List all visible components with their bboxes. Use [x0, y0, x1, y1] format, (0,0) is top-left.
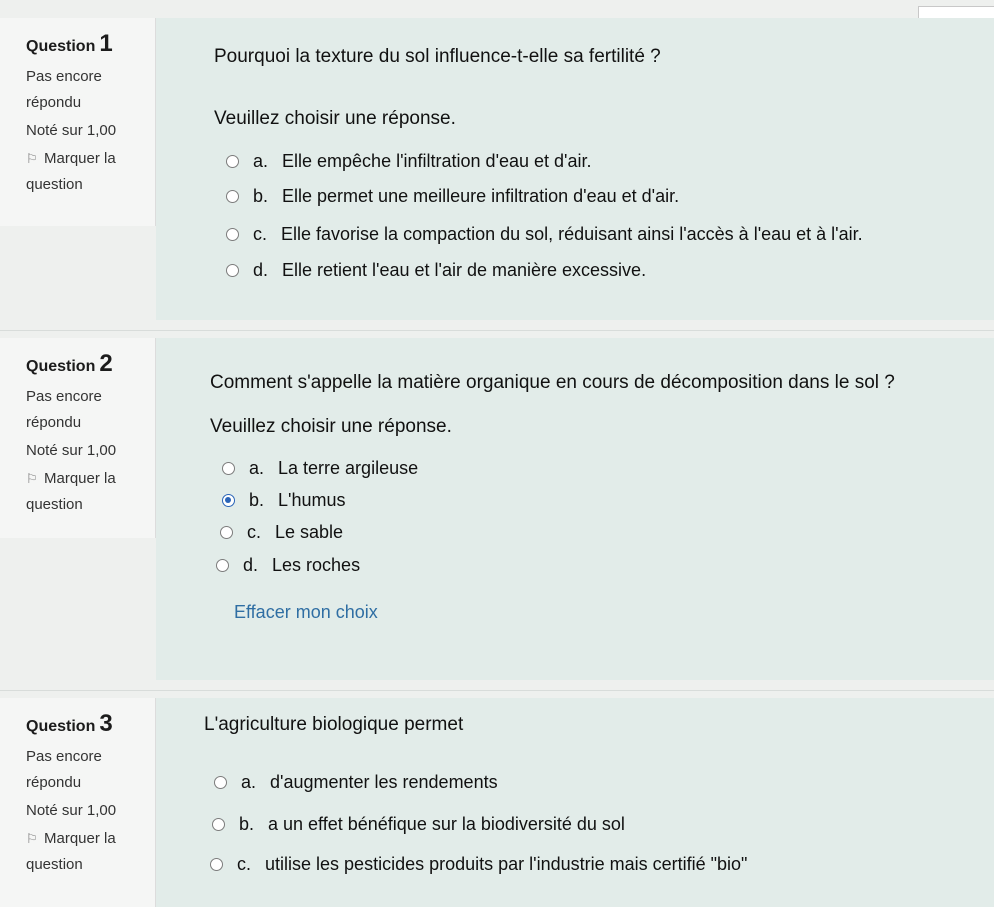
radio-button[interactable] [222, 462, 235, 475]
clear-choice-link[interactable]: Effacer mon choix [234, 602, 378, 623]
answer-letter: b. [239, 814, 255, 834]
answer-option-d[interactable]: d. Elle retient l'eau et l'air de manièr… [226, 260, 646, 281]
question-grade: Noté sur 1,00 [26, 122, 117, 139]
answer-option-c[interactable]: c. utilise les pesticides produits par l… [210, 854, 747, 875]
flag-label: question [26, 176, 83, 193]
answer-option-a[interactable]: a. d'augmenter les rendements [214, 772, 498, 793]
answer-option-a[interactable]: a. La terre argileuse [222, 458, 418, 479]
answer-letter: d. [243, 555, 259, 575]
answer-option-c[interactable]: c. Le sable [220, 522, 343, 543]
question-grade: Noté sur 1,00 [26, 802, 117, 819]
answer-text: d'augmenter les rendements [270, 772, 498, 792]
question-status: Pas encore répondu [26, 68, 155, 112]
flag-icon: ⚐ [26, 151, 38, 166]
question-info-3: Question 3 Pas encore répondu Noté sur 1,… [0, 698, 156, 907]
question-text: L'agriculture biologique permet [204, 714, 464, 735]
answer-option-d[interactable]: d. Les roches [216, 555, 360, 576]
question-title: Question 1 [26, 30, 155, 58]
answer-text: utilise les pesticides produits par l'in… [265, 854, 748, 874]
answer-prompt: Veuillez choisir une réponse. [210, 416, 452, 437]
answer-letter: c. [247, 522, 262, 542]
answer-letter: d. [253, 260, 269, 280]
question-label: Question [26, 718, 96, 735]
question-text: Comment s'appelle la matière organique e… [210, 372, 895, 393]
status-line: Pas encore [26, 748, 102, 765]
answer-option-b[interactable]: b. L'humus [222, 490, 346, 511]
answer-letter: a. [253, 151, 269, 171]
radio-button[interactable] [216, 559, 229, 572]
answer-text: L'humus [278, 490, 346, 510]
radio-button[interactable] [226, 228, 239, 241]
status-line: répondu [26, 94, 82, 111]
answer-text: Elle retient l'eau et l'air de manière e… [282, 260, 647, 280]
radio-button[interactable] [210, 858, 223, 871]
answer-text: Le sable [275, 522, 344, 542]
answer-prompt: Veuillez choisir une réponse. [214, 108, 456, 129]
question-title: Question 2 [26, 350, 155, 378]
flag-label: Marquer la [44, 150, 116, 167]
radio-button[interactable] [226, 264, 239, 277]
flag-label: Marquer la [44, 470, 116, 487]
question-separator [0, 330, 994, 331]
flag-question-button[interactable]: ⚐ Marquer la question [26, 470, 155, 514]
flag-question-button[interactable]: ⚐ Marquer la question [26, 150, 155, 194]
question-number: 2 [99, 350, 113, 377]
question-text: Pourquoi la texture du sol influence-t-e… [214, 46, 661, 67]
question-status: Pas encore répondu [26, 388, 155, 432]
answer-text: Elle empêche l'infiltration d'eau et d'a… [282, 151, 592, 171]
flag-label: question [26, 856, 83, 873]
answer-text: Elle favorise la compaction du sol, rédu… [281, 224, 863, 244]
radio-button-selected[interactable] [222, 494, 235, 507]
question-number: 3 [99, 710, 113, 737]
answer-text: La terre argileuse [278, 458, 419, 478]
status-line: Pas encore [26, 388, 102, 405]
answer-option-a[interactable]: a. Elle empêche l'infiltration d'eau et … [226, 151, 592, 172]
radio-button[interactable] [226, 190, 239, 203]
answer-letter: a. [241, 772, 257, 792]
question-1: Question 1 Pas encore répondu Noté sur 1,… [0, 18, 994, 320]
question-info-2: Question 2 Pas encore répondu Noté sur 1,… [0, 338, 156, 538]
question-content-2: Comment s'appelle la matière organique e… [156, 338, 994, 680]
radio-button[interactable] [212, 818, 225, 831]
answer-text: Les roches [272, 555, 361, 575]
status-line: Pas encore [26, 68, 102, 85]
answer-text: Elle permet une meilleure infiltration d… [282, 186, 680, 206]
answer-letter: b. [253, 186, 269, 206]
answer-option-b[interactable]: b. Elle permet une meilleure infiltratio… [226, 186, 679, 207]
question-content-3: L'agriculture biologique permet a. d'aug… [156, 698, 994, 907]
question-grade: Noté sur 1,00 [26, 442, 117, 459]
question-separator [0, 690, 994, 691]
answer-letter: c. [237, 854, 252, 874]
question-label: Question [26, 358, 96, 375]
question-status: Pas encore répondu [26, 748, 155, 792]
flag-icon: ⚐ [26, 831, 38, 846]
radio-button[interactable] [214, 776, 227, 789]
answer-option-b[interactable]: b. a un effet bénéfique sur la biodivers… [212, 814, 625, 835]
question-info-1: Question 1 Pas encore répondu Noté sur 1,… [0, 18, 156, 226]
question-label: Question [26, 38, 96, 55]
question-content-1: Pourquoi la texture du sol influence-t-e… [156, 18, 994, 320]
answer-text: a un effet bénéfique sur la biodiversité… [268, 814, 625, 834]
question-3: Question 3 Pas encore répondu Noté sur 1,… [0, 698, 994, 907]
flag-label: question [26, 496, 83, 513]
flag-question-button[interactable]: ⚐ Marquer la question [26, 830, 155, 874]
flag-icon: ⚐ [26, 471, 38, 486]
flag-label: Marquer la [44, 830, 116, 847]
status-line: répondu [26, 414, 82, 431]
question-2: Question 2 Pas encore répondu Noté sur 1,… [0, 338, 994, 680]
radio-button[interactable] [220, 526, 233, 539]
answer-letter: c. [253, 224, 268, 244]
radio-button[interactable] [226, 155, 239, 168]
answer-letter: a. [249, 458, 265, 478]
answer-option-c[interactable]: c. Elle favorise la compaction du sol, r… [226, 224, 863, 245]
status-line: répondu [26, 774, 82, 791]
question-number: 1 [99, 30, 113, 57]
question-title: Question 3 [26, 710, 155, 738]
answer-letter: b. [249, 490, 265, 510]
